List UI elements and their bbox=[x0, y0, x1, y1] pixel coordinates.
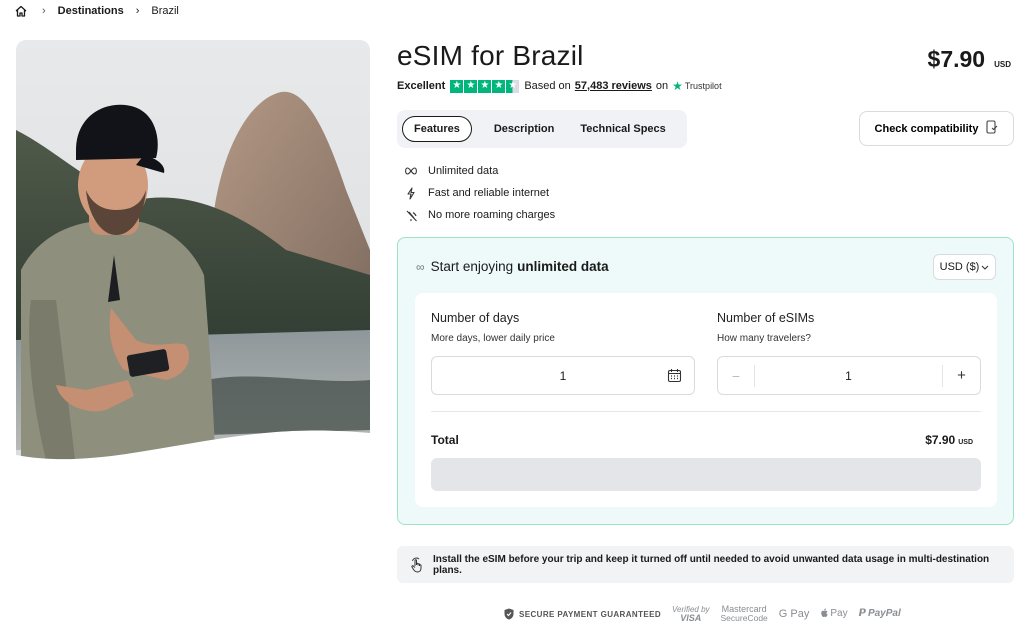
decrement-button[interactable]: − bbox=[718, 364, 755, 387]
rating-stars: ★ ★ ★ ★ ★ bbox=[450, 79, 520, 93]
days-value: 1 bbox=[559, 368, 567, 383]
star-half-icon: ★ bbox=[506, 79, 520, 93]
total-amount: $7.90 bbox=[925, 433, 956, 447]
total-price: $7.90 USD bbox=[925, 433, 973, 447]
days-subtitle: More days, lower daily price bbox=[431, 333, 555, 344]
breadcrumb-current: Brazil bbox=[151, 5, 179, 17]
plan-card: ∞ Start enjoying unlimited data USD ($) … bbox=[397, 237, 1014, 525]
calendar-icon bbox=[667, 368, 682, 383]
star-icon: ★ bbox=[464, 79, 478, 93]
feature-label: Unlimited data bbox=[428, 165, 499, 177]
star-icon: ★ bbox=[478, 79, 492, 93]
currency-select[interactable]: USD ($) bbox=[933, 254, 996, 280]
star-icon: ★ bbox=[450, 79, 464, 93]
feature-list: Unlimited data Fast and reliable interne… bbox=[404, 160, 555, 226]
trustpilot-logo[interactable]: ★ Trustpilot bbox=[672, 79, 721, 93]
tab-description[interactable]: Description bbox=[483, 116, 566, 142]
apple-icon bbox=[820, 608, 829, 621]
hero-image bbox=[16, 40, 370, 468]
home-icon[interactable] bbox=[14, 4, 28, 18]
price-amount: $7.90 bbox=[927, 46, 986, 72]
trustpilot-label: Trustpilot bbox=[684, 81, 722, 91]
days-picker[interactable]: 1 bbox=[431, 356, 695, 395]
secure-payment-label: SECURE PAYMENT GUARANTEED bbox=[519, 609, 662, 619]
tab-features[interactable]: Features bbox=[402, 116, 472, 142]
divider bbox=[431, 411, 981, 412]
notice-text: Install the eSIM before your trip and ke… bbox=[433, 553, 990, 576]
star-icon: ★ bbox=[492, 79, 506, 93]
trustpilot-rating: Excellent ★ ★ ★ ★ ★ Based on 57,483 revi… bbox=[397, 78, 722, 94]
secure-payment: SECURE PAYMENT GUARANTEED bbox=[504, 608, 661, 620]
plan-heading-bold: unlimited data bbox=[517, 259, 609, 274]
install-notice: Install the eSIM before your trip and ke… bbox=[397, 546, 1014, 583]
breadcrumb-destinations[interactable]: Destinations bbox=[58, 5, 124, 17]
plan-heading: ∞ Start enjoying unlimited data bbox=[416, 259, 609, 274]
trustpilot-star-icon: ★ bbox=[672, 79, 683, 93]
device-check-icon bbox=[986, 120, 998, 137]
total-currency: USD bbox=[958, 439, 973, 446]
page-title: eSIM for Brazil bbox=[397, 40, 584, 71]
lightning-icon bbox=[404, 186, 418, 200]
esims-title: Number of eSIMs bbox=[717, 311, 815, 325]
paypal-logo: 𝙋 PayPal bbox=[859, 609, 901, 619]
apple-pay-label: Pay bbox=[830, 608, 848, 619]
infinity-icon: ∞ bbox=[416, 259, 425, 274]
rating-label: Excellent bbox=[397, 80, 446, 92]
visa-line2: VISA bbox=[680, 612, 702, 623]
check-compatibility-button[interactable]: Check compatibility bbox=[859, 111, 1014, 146]
esim-quantity-value[interactable]: 1 bbox=[755, 369, 942, 383]
apple-pay-logo: Pay bbox=[820, 608, 848, 621]
feature-item: No more roaming charges bbox=[404, 204, 555, 226]
currency-select-value: USD ($) bbox=[939, 261, 980, 273]
verified-by-visa-logo: Verified by VISA bbox=[672, 605, 710, 623]
paypal-icon: 𝙋 bbox=[858, 608, 866, 619]
paypal-label: PayPal bbox=[867, 608, 901, 619]
esim-quantity-stepper: − 1 + bbox=[717, 356, 981, 395]
feature-label: No more roaming charges bbox=[428, 209, 556, 221]
infinity-icon bbox=[404, 164, 418, 178]
esims-subtitle: How many travelers? bbox=[717, 333, 811, 344]
mastercard-securecode-logo: Mastercard SecureCode bbox=[721, 605, 768, 623]
days-title: Number of days bbox=[431, 311, 520, 325]
chevron-right-icon: › bbox=[42, 5, 46, 17]
price-currency: USD bbox=[994, 60, 1011, 69]
chevron-down-icon bbox=[981, 261, 989, 273]
plan-heading-prefix: Start enjoying bbox=[430, 259, 514, 274]
rating-on: on bbox=[655, 80, 669, 92]
reviews-link[interactable]: 57,483 reviews bbox=[575, 80, 652, 92]
breadcrumb: › Destinations › Brazil bbox=[14, 3, 179, 19]
chevron-right-icon: › bbox=[135, 5, 140, 17]
google-pay-logo: G Pay bbox=[778, 607, 810, 620]
plan-options: Number of days More days, lower daily pr… bbox=[415, 293, 997, 507]
increment-button[interactable]: + bbox=[942, 364, 980, 387]
tap-hand-icon bbox=[409, 557, 425, 573]
rating-based-on: Based on bbox=[524, 80, 571, 92]
feature-item: Fast and reliable internet bbox=[404, 182, 555, 204]
mc-line2: SecureCode bbox=[720, 613, 768, 624]
feature-label: Fast and reliable internet bbox=[428, 187, 550, 199]
check-compatibility-label: Check compatibility bbox=[874, 122, 979, 135]
buy-button[interactable] bbox=[431, 458, 981, 491]
feature-item: Unlimited data bbox=[404, 160, 555, 182]
product-price: $7.90 USD bbox=[928, 46, 1011, 73]
product-tabs: Features Description Technical Specs bbox=[397, 110, 687, 148]
tab-technical-specs[interactable]: Technical Specs bbox=[569, 116, 676, 142]
total-label: Total bbox=[431, 433, 459, 447]
no-roaming-icon bbox=[404, 208, 418, 222]
payment-methods: SECURE PAYMENT GUARANTEED Verified by VI… bbox=[504, 603, 912, 625]
